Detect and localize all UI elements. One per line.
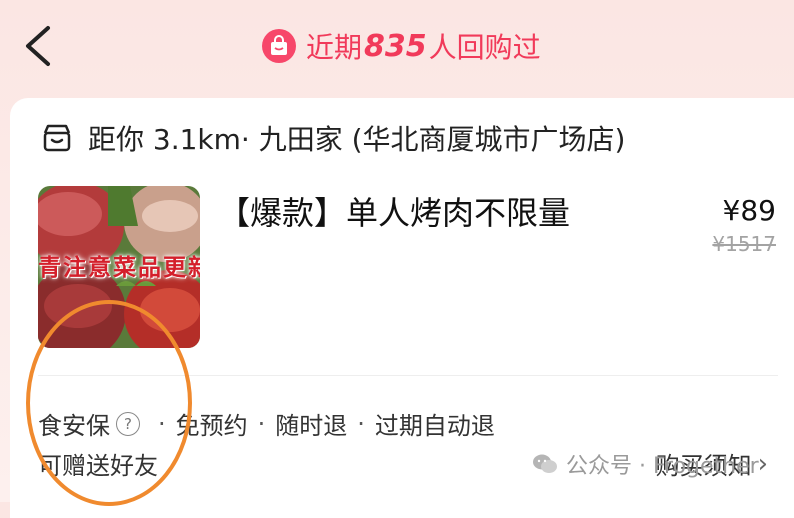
tag-food-safety: 食安保 xyxy=(38,412,110,440)
bought-suffix: 人回购过 xyxy=(428,31,541,64)
gift-to-friend: 可赠送好友 xyxy=(38,452,158,480)
question-circle-icon[interactable]: ? xyxy=(116,411,140,436)
divider xyxy=(38,375,778,376)
deal-price: ¥89 xyxy=(722,194,776,227)
wechat-icon xyxy=(533,454,557,473)
shopping-bag-icon xyxy=(262,29,296,63)
watermark-text: 公众号 · Frogether xyxy=(566,454,759,479)
store-icon xyxy=(43,124,71,152)
repurchase-banner: 近期 835 人回购过 xyxy=(262,24,541,68)
tag-refund-anytime: 随时退 xyxy=(275,412,348,440)
separator-dot: · xyxy=(357,409,365,438)
guarantee-tags: 食安保 ? · 免预约 · 随时退 · 过期自动退 xyxy=(38,406,495,441)
bought-prefix: 近期 xyxy=(306,31,363,64)
deal-title[interactable]: 【爆款】单人烤肉不限量 xyxy=(218,188,570,234)
bought-count: 835 xyxy=(364,28,427,64)
separator-dot: · xyxy=(257,409,266,438)
store-info: 距你 3.1km· 九田家 (华北商厦城市广场店) xyxy=(88,123,626,156)
top-bar: 近期 835 人回购过 xyxy=(0,0,794,92)
back-chevron-icon[interactable] xyxy=(18,22,58,70)
chevron-right-icon: › xyxy=(757,448,768,479)
store-row[interactable]: 距你 3.1km· 九田家 (华北商厦城市广场店) xyxy=(40,118,625,158)
tag-no-reservation: 免预约 xyxy=(175,412,248,440)
original-price: ¥1517 xyxy=(712,232,776,256)
watermark: 公众号 · Frogether xyxy=(532,448,759,480)
deal-thumbnail[interactable]: 青注意菜品更新 xyxy=(38,186,200,348)
thumbnail-overlay-text: 青注意菜品更新 xyxy=(38,255,200,281)
separator-dot: · xyxy=(158,409,166,438)
tag-auto-refund: 过期自动退 xyxy=(374,412,495,440)
